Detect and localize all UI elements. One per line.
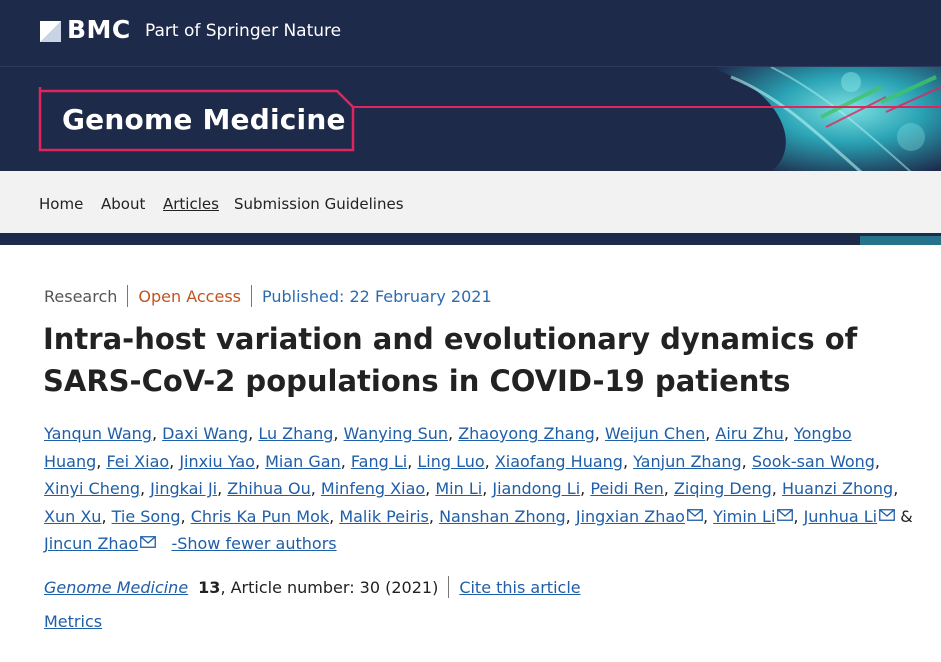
brand-tagline[interactable]: Part of Springer Nature <box>145 21 341 41</box>
email-icon[interactable] <box>140 536 157 549</box>
author-link[interactable]: Mian Gan <box>265 452 341 471</box>
bmc-logo-icon[interactable] <box>40 21 61 42</box>
author-link[interactable]: Jiandong Li <box>492 479 580 498</box>
article-title: Intra-host variation and evolutionary dy… <box>43 322 858 398</box>
author-link[interactable]: Wanying Sun <box>344 424 448 443</box>
nav-divider-strip <box>0 233 941 245</box>
author-link[interactable]: Malik Peiris <box>339 507 429 526</box>
meta-divider <box>250 285 252 307</box>
open-access-badge: Open Access <box>138 286 241 306</box>
author-link[interactable]: Ling Luo <box>417 452 484 471</box>
email-icon[interactable] <box>879 508 895 521</box>
citation-line: Genome Medicine 13 , Article number: 30 … <box>44 576 581 598</box>
author-link[interactable]: Tie Song <box>112 507 181 526</box>
strip-artwork-icon <box>0 236 941 245</box>
citation-volume: 13 <box>198 577 221 597</box>
email-icon[interactable] <box>687 508 703 521</box>
author-link[interactable]: Jinxiu Yao <box>179 452 255 471</box>
author-link[interactable]: Junhua Li <box>804 507 878 526</box>
author-link[interactable]: Nanshan Zhong <box>439 507 566 526</box>
metrics-link[interactable]: Metrics <box>44 612 102 631</box>
author-conjunction: & <box>900 506 913 526</box>
citation-details: , Article number: 30 (2021) <box>220 577 439 597</box>
brand-name[interactable]: BMC <box>67 15 131 44</box>
author-link[interactable]: Minfeng Xiao <box>321 479 425 498</box>
author-link[interactable]: Lu Zhang <box>258 424 333 443</box>
author-link[interactable]: Ziqing Deng <box>674 479 772 498</box>
author-link[interactable]: Min Li <box>435 479 482 498</box>
author-link[interactable]: Yanqun Wang <box>44 424 152 443</box>
author-link[interactable]: Chris Ka Pun Mok <box>191 507 329 526</box>
article-type: Research <box>44 286 118 306</box>
article-meta: Research Open Access Published: 22 Febru… <box>44 285 492 307</box>
author-link[interactable]: Daxi Wang <box>162 424 248 443</box>
author-link[interactable]: Jingkai Ji <box>150 479 217 498</box>
author-link[interactable]: Xinyi Cheng <box>44 479 140 498</box>
published-date: Published: 22 February 2021 <box>261 286 492 306</box>
journal-nav: Home About Articles Submission Guideline… <box>0 171 941 233</box>
author-link[interactable]: Jingxian Zhao <box>576 507 685 526</box>
author-link[interactable]: Zhaoyong Zhang <box>458 424 595 443</box>
author-link[interactable]: Yanjun Zhang <box>633 452 742 471</box>
site-header: BMC Part of Springer Nature <box>0 0 941 66</box>
author-link[interactable]: Xiaofang Huang <box>495 452 623 471</box>
author-link[interactable]: Zhihua Ou <box>227 479 310 498</box>
journal-title[interactable]: Genome Medicine <box>62 103 346 136</box>
author-link[interactable]: Xun Xu <box>44 507 101 526</box>
author-link[interactable]: Yimin Li <box>713 507 775 526</box>
nav-articles[interactable]: Articles <box>163 195 219 213</box>
author-list: Yanqun Wang, Daxi Wang, Lu Zhang, Wanyin… <box>44 424 913 554</box>
author-link[interactable]: Fang Li <box>351 452 407 471</box>
author-link[interactable]: Huanzi Zhong <box>782 479 893 498</box>
show-fewer-authors-link[interactable]: -Show fewer authors <box>171 534 336 553</box>
meta-divider <box>127 285 129 307</box>
citation-journal-link[interactable]: Genome Medicine <box>44 578 188 597</box>
author-link[interactable]: Peidi Ren <box>590 479 663 498</box>
author-link[interactable]: Jincun Zhao <box>44 534 138 553</box>
email-icon[interactable] <box>777 508 794 521</box>
nav-about[interactable]: About <box>101 195 145 213</box>
author-link[interactable]: Fei Xiao <box>106 452 169 471</box>
nav-submission-guidelines[interactable]: Submission Guidelines <box>234 195 404 213</box>
journal-banner: Genome Medicine <box>0 66 941 171</box>
author-link[interactable]: Airu Zhu <box>715 424 783 443</box>
author-link[interactable]: Sook-san Wong <box>752 452 875 471</box>
author-link[interactable]: Weijun Chen <box>605 424 705 443</box>
cite-this-article-link[interactable]: Cite this article <box>459 578 580 597</box>
citation-divider <box>448 576 450 598</box>
nav-home[interactable]: Home <box>39 195 83 213</box>
